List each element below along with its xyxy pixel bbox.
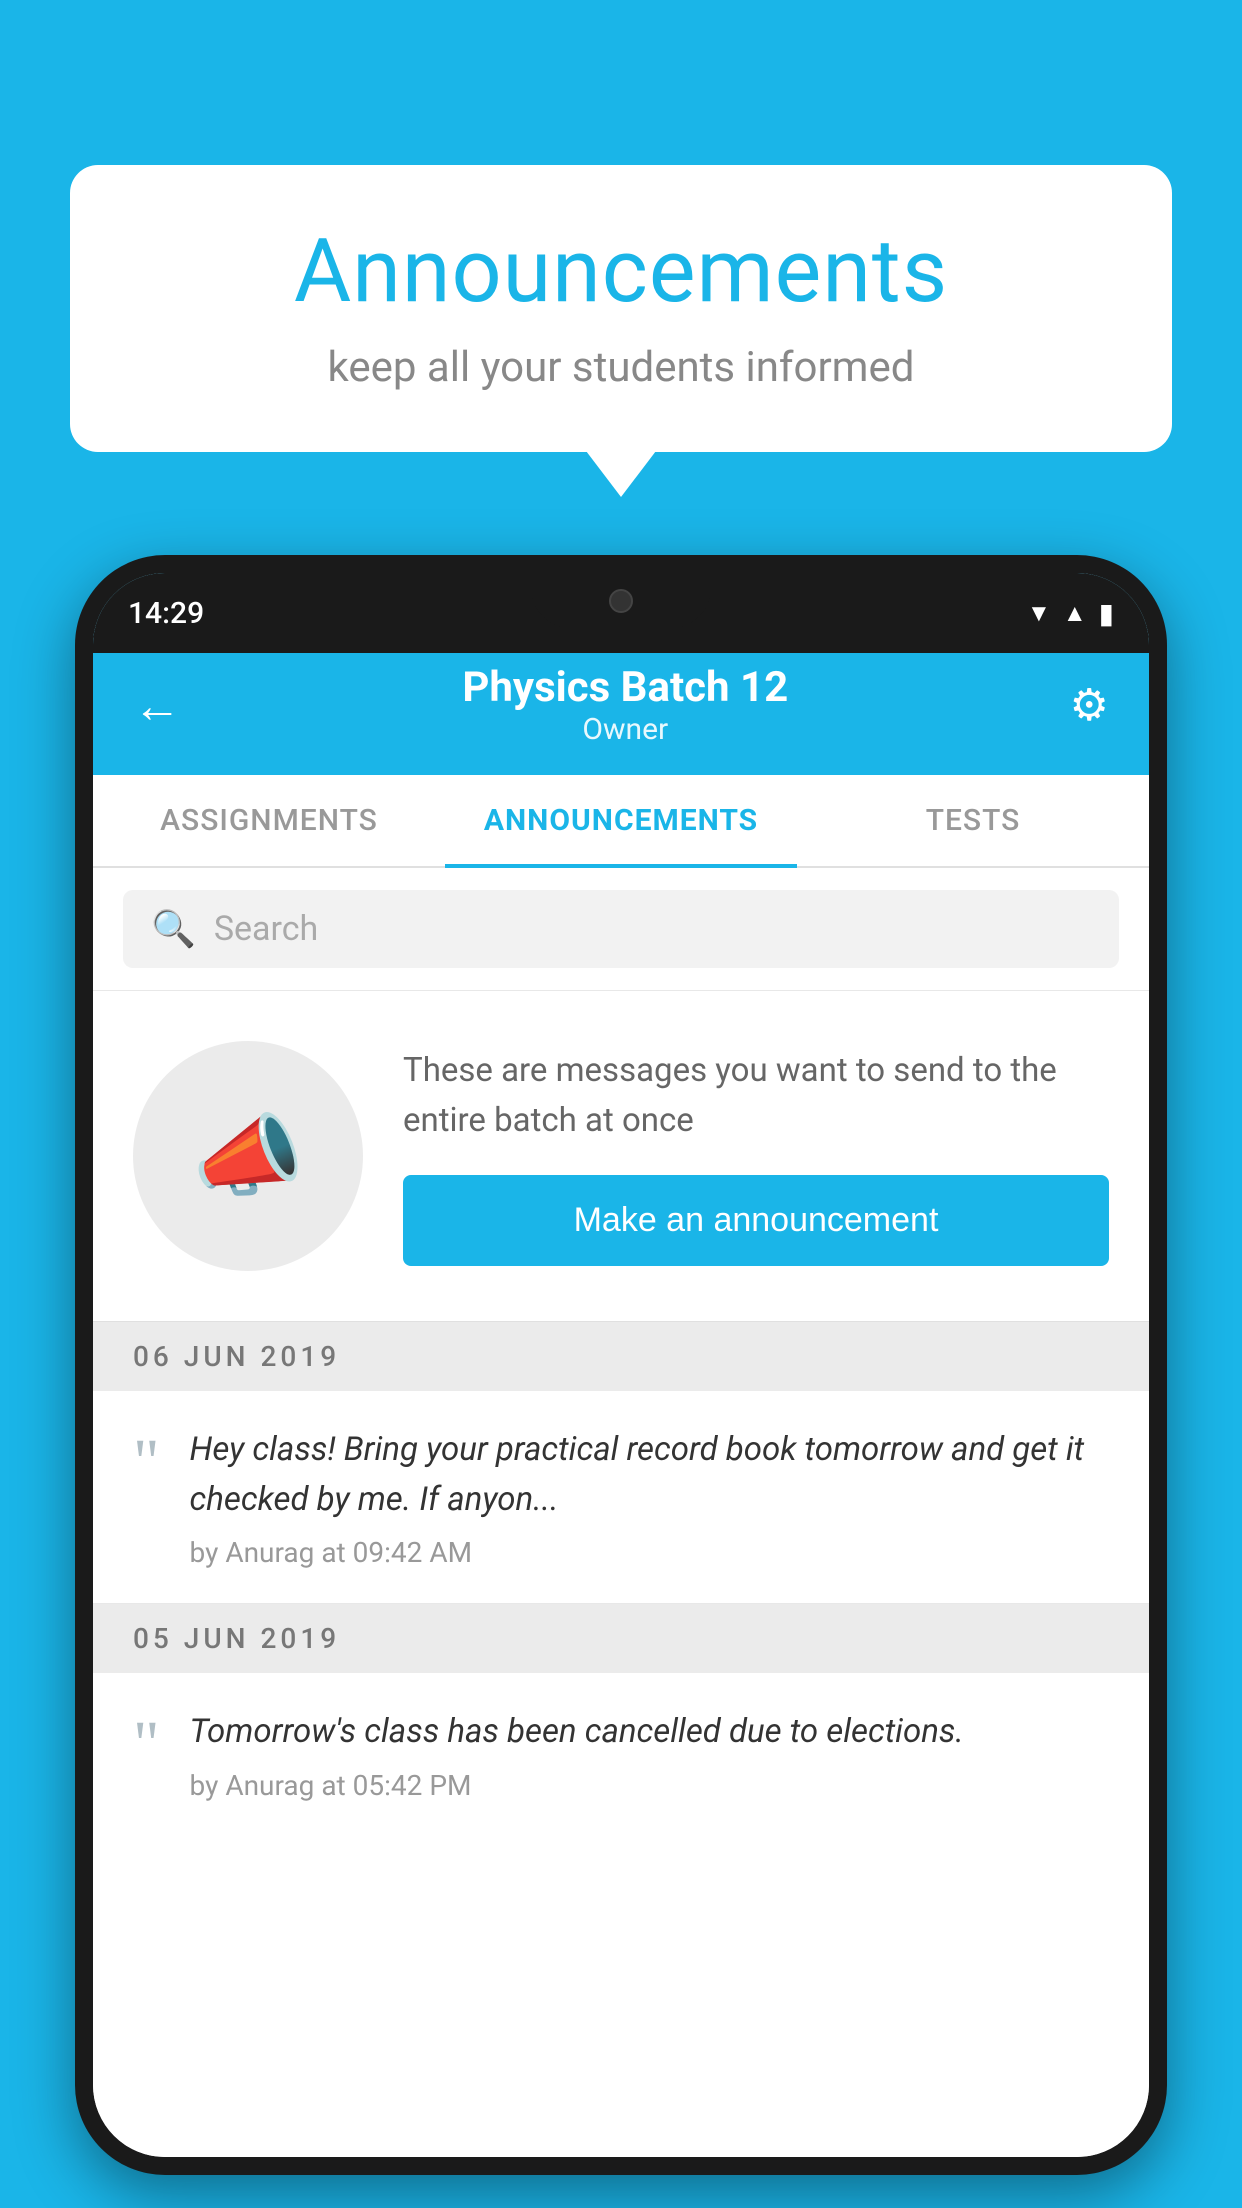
date-divider-1: 06 JUN 2019 bbox=[93, 1322, 1149, 1391]
announcement-message-2: Tomorrow's class has been cancelled due … bbox=[190, 1707, 964, 1757]
quote-icon-1: " bbox=[133, 1430, 160, 1495]
tab-announcements[interactable]: ANNOUNCEMENTS bbox=[445, 775, 797, 866]
search-input-wrapper[interactable]: 🔍 Search bbox=[123, 890, 1119, 968]
search-placeholder-text: Search bbox=[214, 909, 318, 949]
app-bar-subtitle: Owner bbox=[181, 712, 1070, 747]
app-bar-center: Physics Batch 12 Owner bbox=[181, 663, 1070, 747]
speech-bubble-subtitle: keep all your students informed bbox=[140, 343, 1102, 392]
status-bar: 14:29 bbox=[93, 573, 1149, 653]
speech-bubble-title: Announcements bbox=[140, 220, 1102, 323]
announcement-item-1[interactable]: " Hey class! Bring your practical record… bbox=[93, 1391, 1149, 1604]
announcement-by-1: by Anurag at 09:42 AM bbox=[190, 1536, 1109, 1569]
quote-icon-2: " bbox=[133, 1712, 160, 1777]
status-time: 14:29 bbox=[128, 596, 204, 631]
announcement-prompt-right: These are messages you want to send to t… bbox=[403, 1046, 1109, 1266]
announcement-prompt: 📣 These are messages you want to send to… bbox=[93, 991, 1149, 1322]
phone-mockup: 14:29 ← Physics Batch 12 Owner ⚙ bbox=[75, 555, 1167, 2208]
signal-icon bbox=[1063, 599, 1087, 628]
app-bar-title: Physics Batch 12 bbox=[181, 663, 1070, 712]
date-divider-2: 05 JUN 2019 bbox=[93, 1604, 1149, 1673]
announcement-text-block-2: Tomorrow's class has been cancelled due … bbox=[190, 1707, 964, 1802]
announcement-text-block-1: Hey class! Bring your practical record b… bbox=[190, 1425, 1109, 1569]
speech-bubble-card: Announcements keep all your students inf… bbox=[70, 165, 1172, 452]
phone-outer-frame: 14:29 ← Physics Batch 12 Owner ⚙ bbox=[75, 555, 1167, 2175]
announcement-prompt-description: These are messages you want to send to t… bbox=[403, 1046, 1109, 1145]
status-icons bbox=[1027, 597, 1114, 630]
tabs-bar: ASSIGNMENTS ANNOUNCEMENTS TESTS bbox=[93, 775, 1149, 868]
announcement-message-1: Hey class! Bring your practical record b… bbox=[190, 1425, 1109, 1524]
search-bar: 🔍 Search bbox=[93, 868, 1149, 991]
search-icon: 🔍 bbox=[151, 908, 196, 950]
front-camera bbox=[609, 589, 633, 613]
tab-assignments[interactable]: ASSIGNMENTS bbox=[93, 775, 445, 866]
announcement-item-2[interactable]: " Tomorrow's class has been cancelled du… bbox=[93, 1673, 1149, 1836]
megaphone-icon: 📣 bbox=[192, 1104, 304, 1209]
megaphone-icon-circle: 📣 bbox=[133, 1041, 363, 1271]
speech-bubble-section: Announcements keep all your students inf… bbox=[70, 165, 1172, 452]
back-button[interactable]: ← bbox=[133, 677, 181, 734]
announcement-by-2: by Anurag at 05:42 PM bbox=[190, 1769, 964, 1802]
tab-tests[interactable]: TESTS bbox=[797, 775, 1149, 866]
make-announcement-button[interactable]: Make an announcement bbox=[403, 1175, 1109, 1266]
scroll-content: 🔍 Search 📣 These are messages you want t… bbox=[93, 868, 1149, 2157]
notch bbox=[531, 573, 711, 628]
battery-icon bbox=[1099, 597, 1114, 630]
wifi-icon bbox=[1027, 599, 1051, 628]
phone-screen: ← Physics Batch 12 Owner ⚙ ASSIGNMENTS A… bbox=[93, 573, 1149, 2157]
settings-button[interactable]: ⚙ bbox=[1070, 679, 1109, 731]
